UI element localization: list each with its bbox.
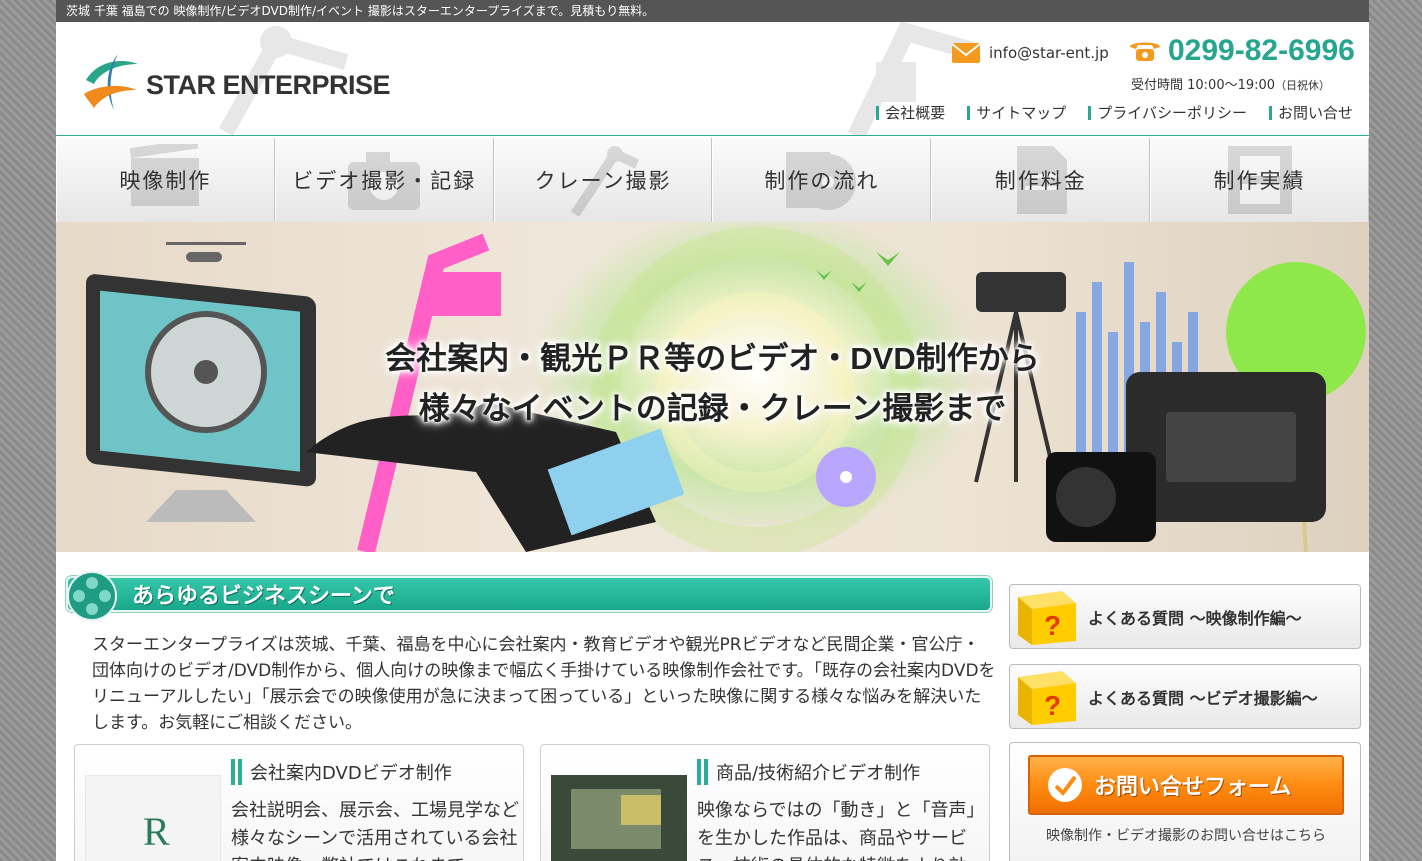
header-phone[interactable]: 0299-82-6996 [1128, 34, 1355, 68]
card-description: 会社説明会、展示会、工場見学など様々なシーンで活用されている会社案内映像。弊社で… [231, 800, 519, 861]
product-video-thumbnail [551, 775, 687, 861]
business-hours: 受付時間 10:00〜19:00（日祝休） [1131, 74, 1330, 93]
main-content: あらゆるビジネスシーンで スターエンタープライズは茨城、千葉、福島を中心に会社案… [56, 552, 1369, 861]
util-nav-privacy[interactable]: プライバシーポリシー [1088, 106, 1247, 121]
contact-note: 映像制作・ビデオ撮影のお問い合せはこちら [1046, 828, 1326, 844]
gnav-portfolio[interactable]: 制作実績 [1150, 138, 1369, 222]
card-description: 映像ならではの「動き」と「音声」を生かした作品は、商品やサービス・技術の具体的な… [697, 800, 985, 861]
gnav-label: 制作の流れ [764, 169, 880, 193]
card-title: 商品/技術紹介ビデオ制作 [697, 759, 920, 785]
card-title-text: 会社案内DVDビデオ制作 [250, 763, 452, 784]
service-card-product-video[interactable]: 商品/技術紹介ビデオ制作 映像ならではの「動き」と「音声」を生かした作品は、商品… [540, 744, 990, 861]
company-dvd-thumbnail: R [85, 775, 221, 861]
gnav-video-recording[interactable]: ビデオ撮影・記録 [274, 138, 494, 222]
email-address: info@star-ent.jp [989, 44, 1109, 62]
page: STAR ENTERPRISE info@star-ent.jp 0299-82… [56, 22, 1369, 861]
contact-button-label: お問い合せフォーム [1094, 774, 1292, 799]
util-nav-contact[interactable]: お問い合せ [1268, 106, 1353, 121]
site-tagline: 茨城 千葉 福島での 映像制作/ビデオDVD制作/イベント 撮影はスターエンター… [66, 4, 655, 18]
card-title: 会社案内DVDビデオ制作 [231, 759, 452, 785]
title-marker-icon [697, 759, 708, 785]
phone-number: 0299-82-6996 [1168, 34, 1355, 67]
site-logo[interactable]: STAR ENTERPRISE [78, 50, 391, 120]
question-box-icon: ? [1018, 670, 1076, 725]
hero-headline-2: 様々なイベントの記録・クレーン撮影まで [418, 391, 1007, 426]
card-title-text: 商品/技術紹介ビデオ制作 [716, 763, 921, 784]
question-box-icon: ? [1018, 590, 1076, 645]
util-nav-company[interactable]: 会社概要 [876, 106, 945, 121]
gnav-label: クレーン撮影 [534, 169, 672, 193]
svg-text:R: R [143, 809, 170, 854]
faq-banner-production[interactable]: ? よくある質問 〜映像制作編〜 [1009, 584, 1361, 649]
business-hours-text: 受付時間 10:00〜19:00 [1131, 78, 1276, 93]
util-nav-sitemap[interactable]: サイトマップ [967, 106, 1066, 121]
section-title: あらゆるビジネスシーンで [132, 583, 395, 608]
service-card-company-dvd[interactable]: R 会社案内DVDビデオ制作 会社説明会、展示会、工場見学など様々なシーンで活用… [74, 744, 524, 861]
gnav-production-flow[interactable]: 制作の流れ [712, 138, 932, 222]
header-email[interactable]: info@star-ent.jp [951, 42, 1109, 64]
film-reel-icon [67, 571, 117, 621]
header-divider [56, 135, 1369, 136]
mail-icon [951, 43, 981, 63]
contact-form-button[interactable]: お問い合せフォーム [1028, 755, 1344, 815]
phone-icon [1130, 42, 1160, 61]
gnav-label: 制作料金 [994, 169, 1087, 193]
hero-headline-1: 会社案内・観光ＰＲ等のビデオ・DVD制作から [385, 341, 1040, 376]
section-heading-bar: あらゆるビジネスシーンで [66, 571, 992, 621]
holiday-note: （日祝休） [1275, 79, 1331, 92]
svg-text:?: ? [1044, 690, 1061, 721]
svg-text:?: ? [1044, 610, 1061, 641]
contact-box: お問い合せフォーム 映像制作・ビデオ撮影のお問い合せはこちら [1009, 742, 1361, 861]
gnav-pricing[interactable]: 制作料金 [931, 138, 1151, 222]
global-nav: 映像制作 ビデオ撮影・記録 クレーン撮影 制作の流れ 制作料金 制作実績 [56, 138, 1369, 222]
hero-banner: 会社案内・観光ＰＲ等のビデオ・DVD制作から 様々なイベントの記録・クレーン撮影… [56, 222, 1369, 552]
top-tagline-bar: 茨城 千葉 福島での 映像制作/ビデオDVD制作/イベント 撮影はスターエンター… [56, 0, 1369, 22]
star-enterprise-logo-icon [84, 54, 138, 110]
utility-nav: 会社概要 サイトマップ プライバシーポリシー お問い合せ [876, 106, 1353, 121]
gnav-label: ビデオ撮影・記録 [292, 169, 477, 193]
faq-banner-shooting[interactable]: ? よくある質問 〜ビデオ撮影編〜 [1009, 664, 1361, 729]
intro-paragraph: スターエンタープライズは茨城、千葉、福島を中心に会社案内・教育ビデオや観光PRビ… [92, 635, 996, 733]
title-marker-icon [231, 759, 242, 785]
gnav-video-production[interactable]: 映像制作 [56, 138, 275, 222]
faq-label: よくある質問 〜映像制作編〜 [1088, 608, 1302, 628]
gnav-label: 制作実績 [1213, 169, 1306, 193]
gnav-crane-shooting[interactable]: クレーン撮影 [493, 138, 713, 222]
envelope-check-icon [1048, 768, 1082, 802]
faq-label: よくある質問 〜ビデオ撮影編〜 [1088, 688, 1318, 708]
site-header: STAR ENTERPRISE info@star-ent.jp 0299-82… [56, 22, 1369, 136]
hero-copy: 会社案内・観光ＰＲ等のビデオ・DVD制作から 様々なイベントの記録・クレーン撮影… [56, 334, 1369, 434]
logo-text: STAR ENTERPRISE [146, 69, 391, 100]
gnav-label: 映像制作 [119, 169, 212, 193]
